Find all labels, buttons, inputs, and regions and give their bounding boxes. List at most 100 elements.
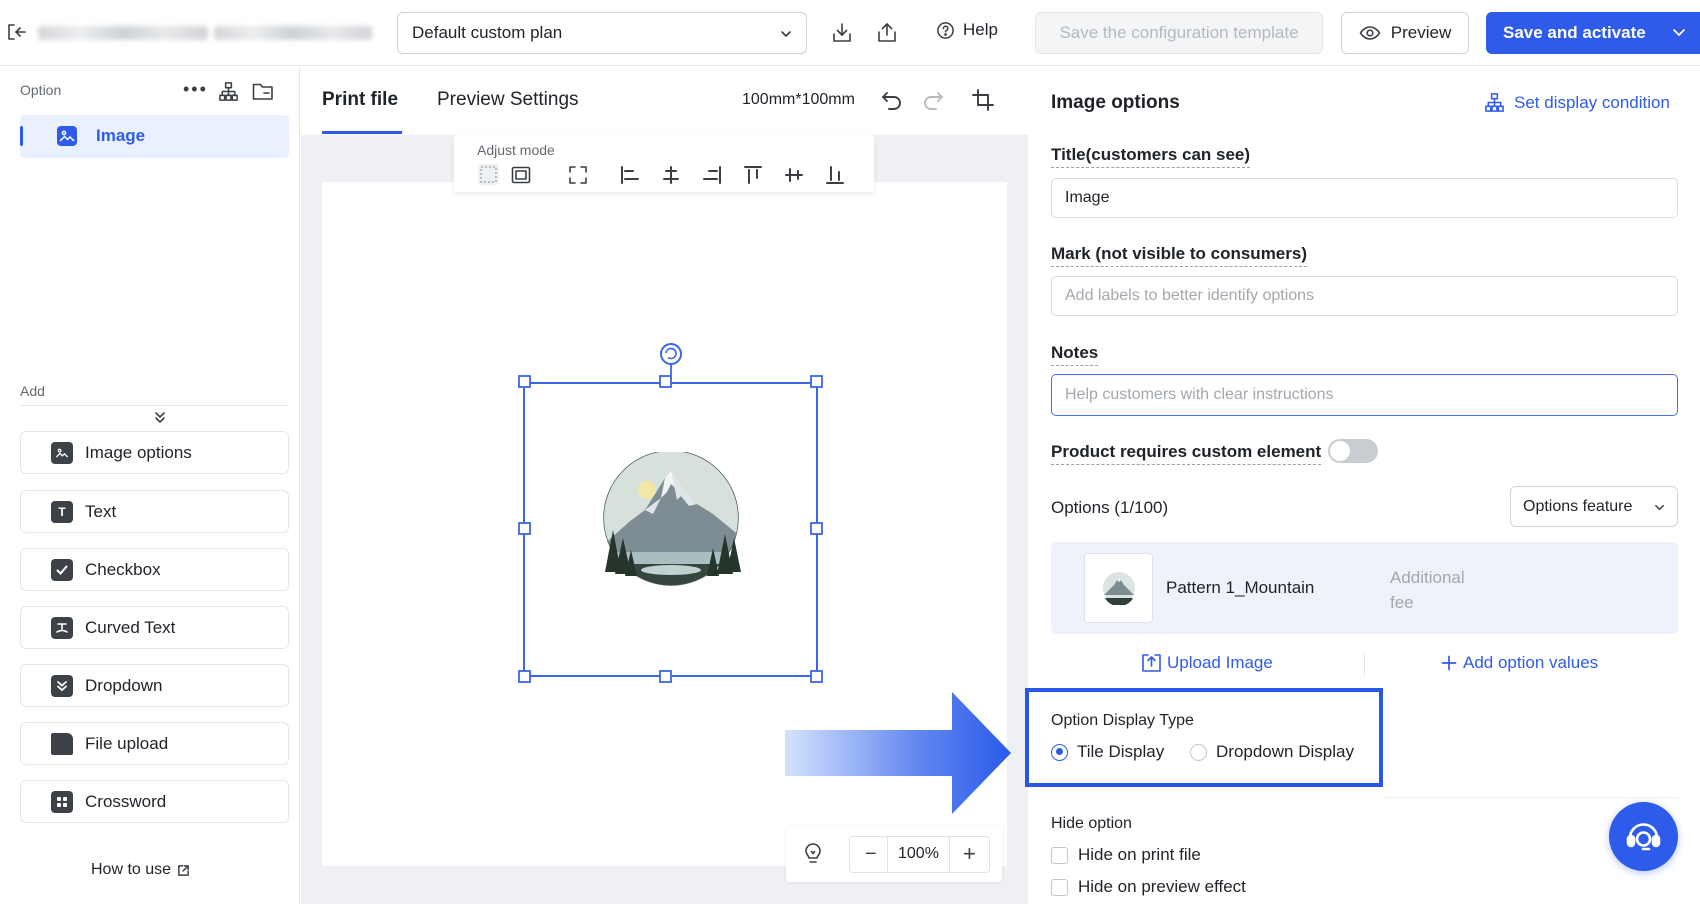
text-icon: T	[51, 500, 73, 523]
canvas-size: 100mm*100mm	[742, 91, 855, 108]
chevron-down-icon[interactable]	[1672, 27, 1686, 39]
folder-icon[interactable]	[252, 82, 274, 101]
product-subtitle-blurred	[214, 26, 372, 40]
mark-input[interactable]: Add labels to better identify options	[1051, 276, 1678, 316]
zoom-level: 100%	[898, 845, 939, 862]
expand-icon[interactable]	[568, 165, 588, 185]
save-template-label: Save the configuration template	[1059, 23, 1299, 42]
sidebar-item-image-active[interactable]: Image	[20, 115, 289, 158]
tab-active-underline	[322, 131, 402, 134]
download-icon[interactable]	[830, 21, 854, 45]
hide-preview-checkbox[interactable]: Hide on preview effect	[1051, 877, 1246, 897]
top-bar: Default custom plan Help Save the config…	[0, 0, 1700, 66]
canvas-toolbar	[301, 67, 1028, 135]
tab-print-file[interactable]: Print file	[322, 89, 398, 111]
share-icon[interactable]	[875, 21, 899, 45]
add-image-options[interactable]: Image options	[20, 431, 289, 474]
plus-icon	[1441, 655, 1457, 671]
preview-button[interactable]: Preview	[1341, 12, 1469, 54]
active-indicator	[20, 126, 23, 146]
notes-label: Notes	[1051, 343, 1099, 366]
support-chat-button[interactable]	[1609, 802, 1678, 871]
custom-element-toggle[interactable]	[1328, 439, 1378, 463]
align-center-h-icon[interactable]	[661, 165, 681, 185]
crop-icon[interactable]	[972, 89, 994, 111]
add-item-label: Crossword	[85, 791, 167, 811]
add-item-label: Dropdown	[85, 675, 163, 695]
option-name: Pattern 1_Mountain	[1166, 578, 1315, 597]
options-feature-dropdown[interactable]: Options feature	[1510, 486, 1678, 527]
title-input[interactable]: Image	[1051, 178, 1678, 218]
chevrons-down-icon[interactable]	[154, 410, 166, 424]
zoom-in-icon[interactable]: +	[963, 841, 976, 867]
left-sidebar: Option ••• Image Add	[0, 67, 300, 904]
lightbulb-icon[interactable]	[803, 843, 823, 865]
fit-frame-icon[interactable]	[511, 165, 531, 185]
external-link-icon	[177, 864, 190, 877]
align-bottom-icon[interactable]	[825, 165, 845, 185]
additional-fee: Additional fee	[1390, 568, 1465, 612]
add-item-label: Curved Text	[85, 617, 176, 637]
active-item-label: Image	[96, 126, 146, 145]
zoom-out-icon[interactable]: −	[865, 843, 877, 866]
add-curved-text[interactable]: Curved Text	[20, 606, 289, 649]
how-to-use-link[interactable]: How to use	[91, 861, 190, 879]
upload-image-button[interactable]: Upload Image	[1141, 653, 1273, 673]
hierarchy-icon[interactable]	[218, 81, 239, 102]
add-text[interactable]: T Text	[20, 490, 289, 533]
divider	[949, 837, 950, 872]
dropdown-display-radio[interactable]: Dropdown Display	[1190, 742, 1354, 762]
headset-icon	[1626, 823, 1661, 851]
preview-label: Preview	[1390, 23, 1452, 42]
adjust-mode-toolbar: Adjust mode	[454, 135, 874, 192]
plan-select[interactable]: Default custom plan	[397, 12, 807, 54]
adjust-mode-label: Adjust mode	[477, 142, 555, 158]
align-top-icon[interactable]	[743, 165, 763, 185]
exit-icon[interactable]	[6, 22, 26, 42]
curved-text-icon	[51, 616, 73, 639]
hide-preview-label: Hide on preview effect	[1078, 877, 1246, 896]
radio-checked-icon	[1051, 743, 1068, 761]
divider	[887, 837, 888, 872]
mark-label: Mark (not visible to consumers)	[1051, 244, 1307, 267]
hide-print-label: Hide on print file	[1078, 845, 1201, 864]
image-icon	[57, 126, 77, 146]
mountain-thumbnail-icon	[1103, 572, 1135, 605]
options-count: Options (1/100)	[1051, 498, 1169, 517]
hide-print-checkbox[interactable]: Hide on print file	[1051, 845, 1201, 865]
add-checkbox[interactable]: Checkbox	[20, 548, 289, 591]
panel-title: Image options	[1051, 92, 1180, 113]
save-activate-button[interactable]: Save and activate	[1486, 12, 1700, 54]
dropdown-icon	[51, 674, 73, 697]
tile-display-label: Tile Display	[1077, 742, 1165, 761]
chevron-down-icon	[1654, 502, 1665, 513]
more-icon[interactable]: •••	[183, 80, 208, 98]
tile-display-radio[interactable]: Tile Display	[1051, 742, 1164, 762]
upload-image-label: Upload Image	[1167, 653, 1273, 672]
redo-icon[interactable]	[921, 89, 945, 111]
add-option-values-button[interactable]: Add option values	[1441, 653, 1598, 673]
display-type-label: Option Display Type	[1051, 712, 1194, 729]
arrow-pointer	[785, 692, 1011, 814]
notes-placeholder: Help customers with clear instructions	[1065, 386, 1334, 403]
notes-input[interactable]: Help customers with clear instructions	[1051, 374, 1678, 416]
align-left-icon[interactable]	[620, 165, 640, 185]
align-right-icon[interactable]	[702, 165, 722, 185]
option-value-row[interactable]: Pattern 1_Mountain Additional fee	[1051, 542, 1678, 634]
help-link[interactable]: Help	[936, 20, 998, 40]
add-crossword[interactable]: Crossword	[20, 780, 289, 823]
zoom-control: − 100% +	[786, 826, 1002, 882]
save-template-button[interactable]: Save the configuration template	[1035, 12, 1323, 54]
upload-icon	[1141, 653, 1162, 673]
undo-icon[interactable]	[880, 89, 904, 111]
divider	[1384, 797, 1678, 798]
chevron-down-icon	[780, 28, 792, 40]
add-dropdown[interactable]: Dropdown	[20, 664, 289, 707]
add-file-upload[interactable]: File upload	[20, 722, 289, 765]
align-center-v-icon[interactable]	[784, 165, 804, 185]
select-mode-icon[interactable]	[478, 164, 499, 185]
option-thumbnail	[1084, 553, 1153, 623]
image-options-icon	[51, 441, 73, 464]
set-display-condition-link[interactable]: Set display condition	[1484, 92, 1670, 113]
tab-preview-settings[interactable]: Preview Settings	[437, 89, 579, 111]
